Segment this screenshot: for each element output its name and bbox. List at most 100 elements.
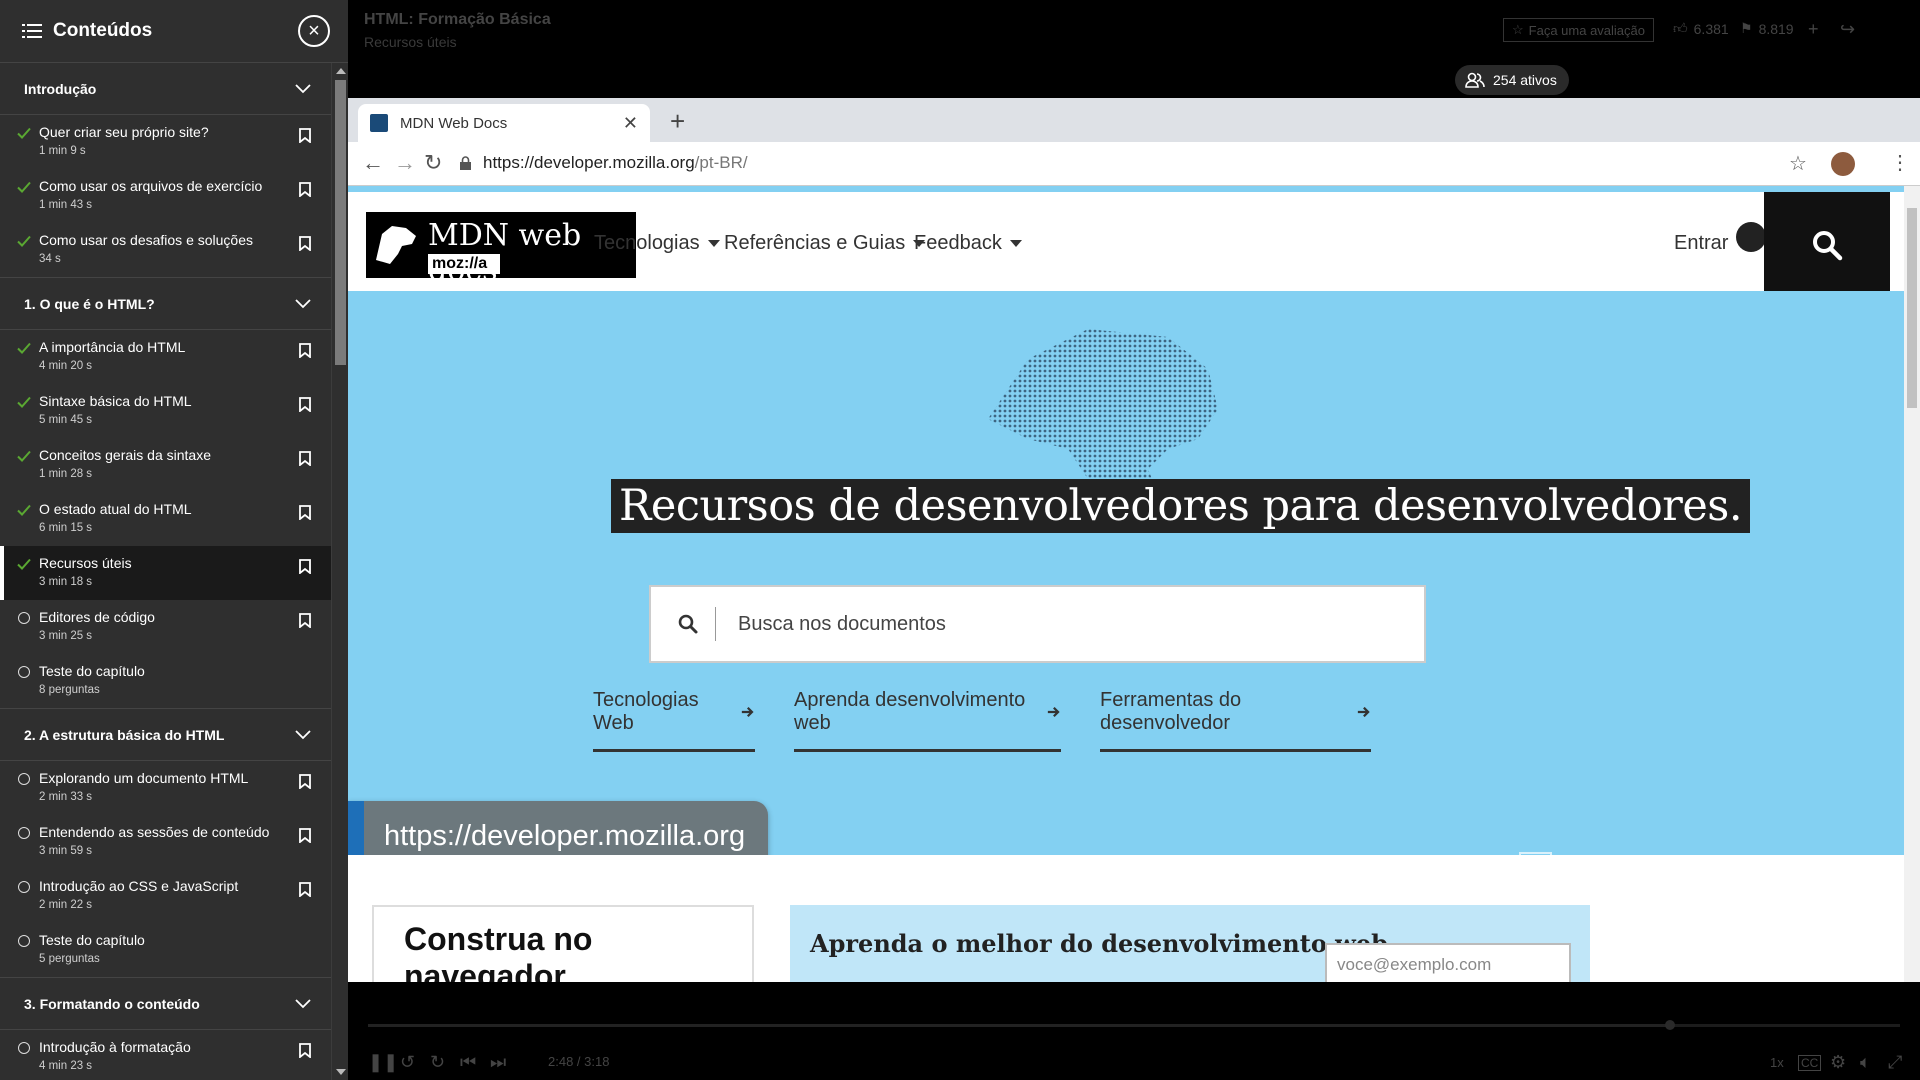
- lesson-text: Teste do capítulo 5 perguntas: [39, 932, 311, 965]
- rewind-icon[interactable]: ↺: [400, 1052, 415, 1073]
- lesson-item[interactable]: Como usar os arquivos de exercício 1 min …: [0, 169, 331, 223]
- lesson-item[interactable]: Recursos úteis 3 min 18 s: [0, 546, 331, 600]
- lesson-duration: 1 min 28 s: [39, 468, 93, 480]
- lesson-text: Introdução ao CSS e JavaScript 2 min 22 s: [39, 878, 299, 911]
- save-button[interactable]: ⚑ 8.819: [1740, 20, 1794, 37]
- lesson-title: Sintaxe básica do HTML: [39, 393, 192, 409]
- link-aprenda[interactable]: Aprenda desenvolvimento web: [794, 689, 1061, 752]
- lesson-text: Conceitos gerais da sintaxe 1 min 28 s: [39, 447, 299, 480]
- rate-course-button[interactable]: ☆ Faça uma avaliação: [1503, 18, 1654, 42]
- bookmark-icon[interactable]: [299, 451, 311, 466]
- lesson-item[interactable]: Sintaxe básica do HTML 5 min 45 s: [0, 384, 331, 438]
- link-ferramentas[interactable]: Ferramentas do desenvolvedor: [1100, 689, 1371, 752]
- page-scrollbar-thumb[interactable]: [1907, 208, 1917, 408]
- new-tab-icon[interactable]: +: [670, 106, 685, 137]
- previous-icon[interactable]: ⏮︎: [460, 1052, 476, 1073]
- section-header[interactable]: 2. A estrutura básica do HTML: [0, 709, 331, 761]
- lesson-item[interactable]: Introdução ao CSS e JavaScript 2 min 22 s: [0, 869, 331, 923]
- bookmark-icon[interactable]: [299, 343, 311, 358]
- link-tecnologias-web[interactable]: Tecnologias Web: [593, 689, 755, 752]
- menu-tecnologias[interactable]: Tecnologias: [594, 232, 720, 255]
- time-display: 2:48 / 3:18: [548, 1054, 610, 1069]
- bookmark-icon[interactable]: [299, 882, 311, 897]
- browser-tab[interactable]: MDN Web Docs ✕: [358, 104, 650, 142]
- profile-avatar[interactable]: [1831, 152, 1855, 176]
- section-header[interactable]: 3. Formatando o conteúdo: [0, 978, 331, 1030]
- lesson-duration: 5 min 45 s: [39, 414, 93, 426]
- section-title: Introdução: [24, 80, 97, 97]
- section-header[interactable]: Introdução: [0, 63, 331, 115]
- tab-close-icon[interactable]: ✕: [623, 113, 638, 134]
- close-icon: ×: [308, 19, 320, 42]
- search-button[interactable]: [1764, 192, 1890, 297]
- docs-search-box[interactable]: [649, 585, 1426, 663]
- lesson-item[interactable]: Entendendo as sessões de conteúdo 3 min 5…: [0, 815, 331, 869]
- lesson-item[interactable]: O estado atual do HTML 6 min 15 s: [0, 492, 331, 546]
- video-topbar: HTML: Formação Básica Recursos úteis ☆ Fa…: [348, 0, 1920, 98]
- video-frame[interactable]: MDN Web Docs ✕ + ← → ↻ https://developer…: [348, 98, 1920, 982]
- lesson-text: Introdução à formatação 4 min 23 s: [39, 1039, 299, 1072]
- reload-icon[interactable]: ↻: [424, 150, 442, 176]
- docs-search-input[interactable]: [738, 612, 1338, 636]
- lesson-item[interactable]: Explorando um documento HTML 2 min 33 s: [0, 761, 331, 815]
- lesson-item[interactable]: Teste do capítulo 5 perguntas: [0, 923, 331, 977]
- share-icon[interactable]: ↪: [1840, 19, 1855, 40]
- browser-menu-icon[interactable]: ⋮: [1890, 150, 1910, 175]
- lesson-text: Teste do capítulo 8 perguntas: [39, 663, 311, 696]
- lesson-item[interactable]: Conceitos gerais da sintaxe 1 min 28 s: [0, 438, 331, 492]
- lesson-item[interactable]: Como usar os desafios e soluções 34 s: [0, 223, 331, 277]
- speed-button[interactable]: 1x: [1770, 1055, 1784, 1070]
- fullscreen-icon[interactable]: ⤢: [1888, 1052, 1902, 1073]
- lesson-item[interactable]: Editores de código 3 min 25 s: [0, 600, 331, 654]
- sidebar-scrollbar[interactable]: [331, 63, 348, 1080]
- bookmark-icon[interactable]: [299, 397, 311, 412]
- volume-icon[interactable]: 🔈︎: [1860, 1052, 1871, 1073]
- lesson-item[interactable]: Teste do capítulo 8 perguntas: [0, 654, 331, 708]
- bookmark-icon[interactable]: [299, 613, 311, 628]
- scroll-down-icon[interactable]: [336, 1069, 346, 1075]
- forward-icon[interactable]: →: [394, 150, 416, 176]
- menu-label: Referências e Guias: [724, 232, 906, 254]
- bookmark-icon[interactable]: [299, 128, 311, 143]
- link-label: Aprenda desenvolvimento web: [794, 689, 1026, 734]
- url-field[interactable]: https://developer.mozilla.org/pt-BR/: [483, 153, 748, 173]
- progress-knob[interactable]: [1665, 1020, 1676, 1030]
- menu-feedback[interactable]: Feedback: [914, 232, 1022, 255]
- bookmark-icon[interactable]: [299, 505, 311, 520]
- scrollbar-thumb[interactable]: [335, 80, 346, 365]
- lesson-item[interactable]: A importância do HTML 4 min 20 s: [0, 330, 331, 384]
- browser-address-bar: ← → ↻ https://developer.mozilla.org/pt-B…: [348, 142, 1920, 186]
- bookmark-icon[interactable]: [299, 828, 311, 843]
- bookmark-icon[interactable]: [299, 774, 311, 789]
- lesson-item[interactable]: Quer criar seu próprio site? 1 min 9 s: [0, 115, 331, 169]
- lesson-title: Introdução ao CSS e JavaScript: [39, 878, 239, 894]
- lock-icon: [460, 156, 471, 170]
- bookmark-star-icon[interactable]: ☆: [1789, 151, 1807, 176]
- next-icon[interactable]: ⏭︎: [490, 1052, 506, 1073]
- forward-icon[interactable]: ↻: [430, 1052, 445, 1073]
- lesson-duration: 2 min 33 s: [39, 791, 93, 803]
- back-icon[interactable]: ←: [362, 150, 384, 176]
- close-sidebar-button[interactable]: ×: [298, 15, 330, 47]
- pause-icon[interactable]: ❚❚: [368, 1052, 398, 1073]
- menu-referencias[interactable]: Referências e Guias: [724, 232, 926, 255]
- add-icon[interactable]: +: [1808, 19, 1819, 40]
- page-scrollbar[interactable]: [1904, 186, 1920, 982]
- scroll-up-icon[interactable]: [336, 68, 346, 74]
- like-button[interactable]: 👍︎ 6.381: [1673, 20, 1729, 37]
- sidebar-content-list[interactable]: Introdução Quer criar seu próprio site? 1 …: [0, 63, 331, 1080]
- bookmark-icon[interactable]: [299, 1043, 311, 1058]
- captions-button[interactable]: CC: [1798, 1055, 1822, 1071]
- bookmark-icon[interactable]: [299, 236, 311, 251]
- incomplete-circle-icon: [18, 1042, 30, 1054]
- signin-link[interactable]: Entrar: [1674, 232, 1728, 255]
- progress-bar[interactable]: [368, 1020, 1900, 1030]
- lesson-item[interactable]: Introdução à formatação 4 min 23 s: [0, 1030, 331, 1080]
- bookmark-icon: ⚑: [1740, 20, 1753, 36]
- settings-icon[interactable]: ⚙: [1830, 1052, 1846, 1073]
- mdn-favicon: [370, 114, 388, 132]
- bookmark-icon[interactable]: [299, 182, 311, 197]
- email-field[interactable]: voce@exemplo.com: [1325, 943, 1571, 982]
- bookmark-icon[interactable]: [299, 559, 311, 574]
- section-header[interactable]: 1. O que é o HTML?: [0, 278, 331, 330]
